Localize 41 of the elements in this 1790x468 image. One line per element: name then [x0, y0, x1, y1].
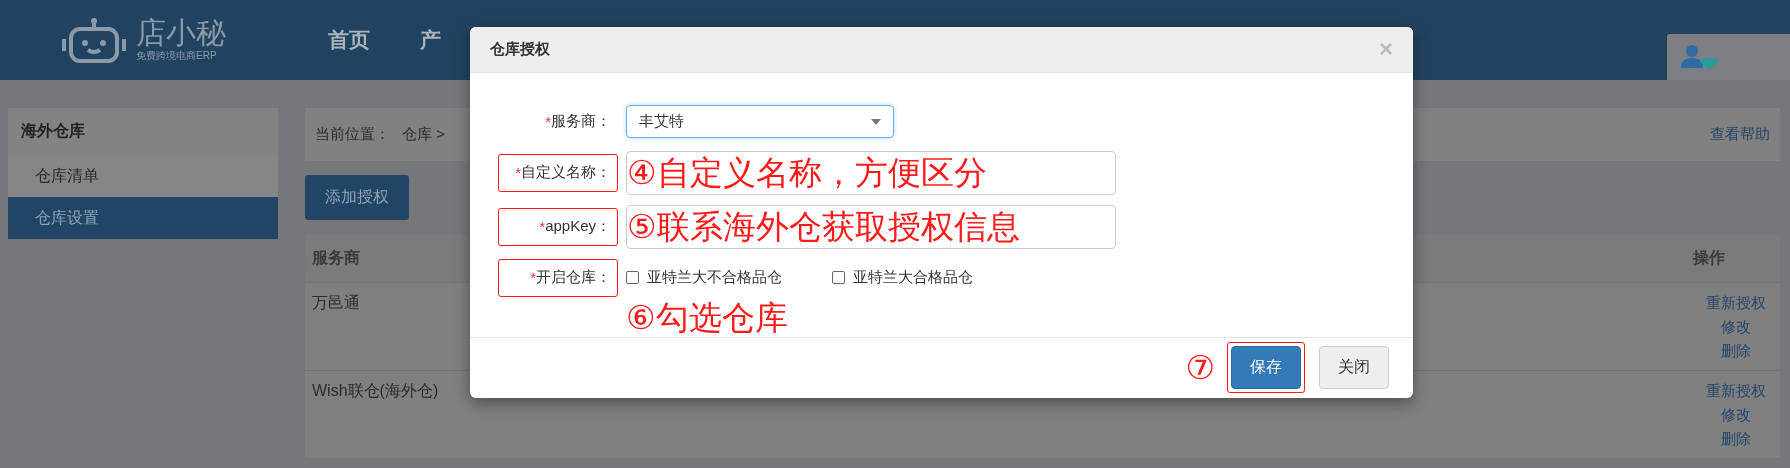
annotation-text: ⑦	[1185, 348, 1215, 387]
action-link[interactable]: 重新授权	[1706, 291, 1766, 315]
field-label: *服务商：	[544, 111, 612, 133]
checkbox-label: 亚特兰大不合格品仓	[647, 268, 782, 288]
table-cell-text: 万邑通	[312, 293, 360, 313]
nav-link[interactable]: 首页	[328, 26, 370, 54]
field-label: *开启仓库：	[498, 258, 618, 297]
close-dialog-button[interactable]: 关闭	[1319, 346, 1389, 390]
sidebar-title: 海外仓库	[8, 108, 278, 155]
sidebar-item[interactable]: 仓库设置	[8, 197, 278, 239]
breadcrumb-label: 当前位置：	[315, 125, 390, 144]
input-field[interactable]: ⑤联系海外仓获取授权信息	[626, 204, 1116, 249]
column-header: 服务商	[312, 248, 360, 268]
nav-link[interactable]: 产	[420, 26, 441, 54]
field-label: *自定义名称：	[498, 153, 618, 192]
input-field[interactable]: ④自定义名称，方便区分	[626, 150, 1116, 195]
annotation-text: ④自定义名称，方便区分	[627, 152, 987, 193]
caret-icon	[871, 118, 881, 125]
help-link[interactable]: 查看帮助	[1710, 125, 1770, 144]
table-cell-text: Wish联仓(海外仓)	[312, 381, 439, 401]
annotation-text: ⑤联系海外仓获取授权信息	[627, 206, 1020, 247]
provider-select[interactable]: 丰艾特	[626, 105, 894, 139]
action-link[interactable]: 删除	[1721, 427, 1751, 451]
checkbox-label: 亚特兰大合格品仓	[853, 268, 973, 288]
action-link[interactable]: 修改	[1721, 315, 1751, 339]
logo-name: 店小秘	[136, 17, 226, 49]
breadcrumb-path[interactable]: 仓库 >	[402, 125, 445, 144]
sidebar-item[interactable]: 仓库清单	[8, 155, 278, 197]
action-link[interactable]: 修改	[1721, 403, 1751, 427]
annotation-text: ⑥勾选仓库	[626, 298, 789, 337]
action-link[interactable]: 重新授权	[1706, 379, 1766, 403]
add-button[interactable]: 添加授权	[305, 175, 409, 220]
column-header: 操作	[1693, 248, 1725, 268]
field-label: *appKey：	[498, 207, 618, 246]
save-button[interactable]: 保存	[1231, 346, 1301, 390]
logo-tagline: 免费跨境电商ERP	[136, 49, 218, 63]
action-link[interactable]: 删除	[1721, 339, 1751, 363]
checkbox[interactable]	[832, 271, 845, 285]
robot-logo-icon	[62, 17, 126, 63]
dialog-title: 仓库授权	[490, 39, 550, 59]
checkbox[interactable]	[626, 271, 639, 285]
